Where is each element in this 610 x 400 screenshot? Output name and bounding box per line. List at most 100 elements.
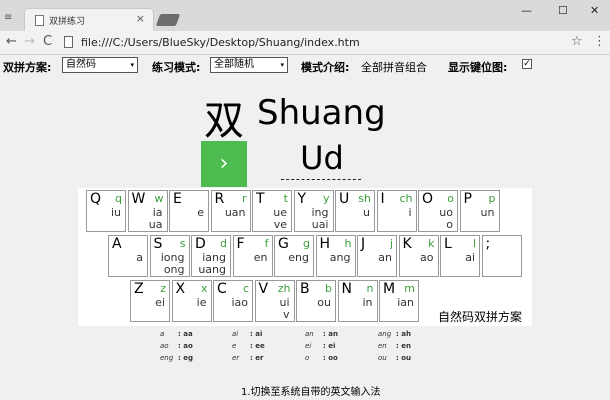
table-cell-code: : ei bbox=[323, 342, 336, 350]
key-j: Jj an bbox=[357, 235, 397, 277]
mode-label: 练习模式: bbox=[152, 61, 201, 74]
scheme-select[interactable]: 自然码 ▾ bbox=[62, 57, 138, 73]
key-letter: X bbox=[175, 281, 186, 297]
scheme-select-value: 自然码 bbox=[66, 59, 96, 70]
key-letter: R bbox=[214, 191, 225, 207]
file-icon bbox=[64, 36, 73, 48]
table-cell-pinyin: o bbox=[305, 354, 310, 362]
tab-close-icon[interactable]: × bbox=[136, 12, 145, 25]
answer-underline bbox=[281, 179, 361, 180]
key-n: Nn in bbox=[337, 280, 378, 322]
address-bar[interactable]: file:///C:/Users/BlueSky/Desktop/Shuang/… bbox=[81, 36, 360, 49]
key-letter: C bbox=[217, 281, 227, 297]
minimize-button[interactable]: — bbox=[521, 4, 532, 17]
tab-title: 双拼练习 bbox=[49, 17, 86, 27]
key-letter: S bbox=[153, 236, 163, 252]
key-b: Bb ou bbox=[296, 280, 336, 322]
key-c: Cc iao bbox=[213, 280, 253, 322]
key-r: Rr uan bbox=[210, 190, 251, 232]
key-yunmu: en bbox=[253, 251, 268, 264]
key-yunmu-alt: uai bbox=[311, 218, 329, 231]
mode-select[interactable]: 全部随机 ▾ bbox=[210, 57, 288, 73]
key-yunmu-alt: o bbox=[446, 218, 453, 231]
key-a: Aa bbox=[108, 235, 148, 277]
table-cell-pinyin: ang bbox=[378, 330, 392, 338]
key-letter: H bbox=[319, 236, 331, 252]
key-shengmu: sh bbox=[358, 192, 371, 205]
quiz-pinyin: Shuang bbox=[257, 93, 386, 133]
key-letter: V bbox=[258, 281, 269, 297]
key-letter: Q bbox=[90, 191, 102, 207]
key-shengmu: f bbox=[264, 237, 269, 250]
key-shengmu: r bbox=[241, 192, 247, 205]
key-k: Kk ao bbox=[398, 235, 439, 277]
key-letter: J bbox=[361, 236, 366, 252]
show-key-checkbox[interactable]: ✓ bbox=[522, 59, 532, 69]
mode-select-value: 全部随机 bbox=[214, 59, 254, 70]
browser-menu-icon[interactable]: ⋮ bbox=[593, 34, 606, 49]
key-yunmu: u bbox=[363, 206, 370, 219]
window-menu-icon[interactable]: ≡ bbox=[4, 12, 12, 23]
key-shengmu: w bbox=[154, 192, 164, 205]
key-letter: F bbox=[236, 236, 245, 252]
table-cell-code: : ee bbox=[250, 342, 265, 350]
key-letter: G bbox=[278, 236, 289, 252]
forward-arrow-icon[interactable]: → bbox=[24, 34, 35, 49]
table-cell-pinyin: an bbox=[305, 330, 314, 338]
key-shengmu: k bbox=[428, 237, 435, 250]
quiz-hanzi: 双 bbox=[204, 98, 244, 144]
key-shengmu: s bbox=[179, 237, 186, 250]
key-yunmu: i bbox=[408, 206, 412, 219]
table-cell-pinyin: ao bbox=[160, 342, 169, 350]
reload-icon[interactable]: C bbox=[43, 34, 52, 49]
key-y: Yy ing uai bbox=[293, 190, 334, 232]
key-shengmu: c bbox=[242, 282, 249, 295]
key-letter: E bbox=[173, 191, 182, 207]
key-yunmu: ai bbox=[465, 251, 475, 264]
key-letter: W bbox=[131, 191, 146, 207]
table-cell-code: : er bbox=[250, 354, 264, 362]
next-button[interactable]: › bbox=[201, 141, 247, 187]
key-g: Gg eng bbox=[274, 235, 314, 277]
key-letter: K bbox=[402, 236, 412, 252]
table-cell-code: : en bbox=[396, 342, 411, 350]
scheme-label: 双拼方案: bbox=[3, 61, 52, 74]
key-shengmu: zh bbox=[277, 282, 291, 295]
key-yunmu: ie bbox=[196, 296, 207, 309]
key-yunmu-alt: ua bbox=[148, 218, 163, 231]
back-arrow-icon[interactable]: ← bbox=[6, 34, 17, 49]
key-p: Pp un bbox=[459, 190, 500, 232]
table-cell-code: : ao bbox=[178, 342, 193, 350]
page-content: 双拼方案: 自然码 ▾ 练习模式: 全部随机 ▾ 模式介绍: 全部拼音组合 显示… bbox=[0, 55, 610, 400]
key-shengmu: b bbox=[325, 282, 332, 295]
page-icon bbox=[35, 15, 44, 26]
key-shengmu: p bbox=[488, 192, 496, 205]
key-shengmu: d bbox=[220, 237, 227, 250]
table-cell-pinyin: er bbox=[232, 354, 240, 362]
new-tab-button[interactable] bbox=[155, 14, 181, 26]
key-u: Ush u bbox=[335, 190, 375, 232]
key-x: Xx ie bbox=[171, 280, 212, 322]
key-shengmu: j bbox=[389, 237, 393, 250]
close-window-button[interactable]: ✕ bbox=[590, 4, 599, 17]
keyboard-map: 自然码双拼方案 Qq iu Ww ia ua Ee Rr uan Tt ue ve Yy ing uai U… bbox=[78, 188, 532, 326]
table-cell-pinyin: a bbox=[160, 330, 165, 338]
bookmark-star-icon[interactable]: ☆ bbox=[571, 34, 583, 49]
browser-tab[interactable]: 双拼练习 × bbox=[24, 8, 154, 32]
browser-toolbar: ← → C file:///C:/Users/BlueSky/Desktop/S… bbox=[0, 31, 610, 55]
key-yunmu: ao bbox=[420, 251, 434, 264]
key-m: Mm ian bbox=[379, 280, 419, 322]
table-cell-pinyin: ai bbox=[232, 330, 239, 338]
table-cell-code: : ou bbox=[396, 354, 412, 362]
key-s: Ss iong ong bbox=[149, 235, 190, 277]
key-letter: M bbox=[383, 281, 396, 297]
key-d: Dd iang uang bbox=[191, 235, 231, 277]
key-letter: A bbox=[112, 236, 122, 252]
key-yunmu: ang bbox=[329, 251, 351, 264]
key-shengmu: l bbox=[472, 237, 476, 250]
table-cell-code: : oo bbox=[323, 354, 338, 362]
key-shengmu: q bbox=[115, 192, 122, 205]
maximize-button[interactable]: ☐ bbox=[558, 4, 568, 17]
table-cell-pinyin: eng bbox=[160, 354, 174, 362]
answer-input[interactable]: Ud bbox=[282, 139, 362, 177]
